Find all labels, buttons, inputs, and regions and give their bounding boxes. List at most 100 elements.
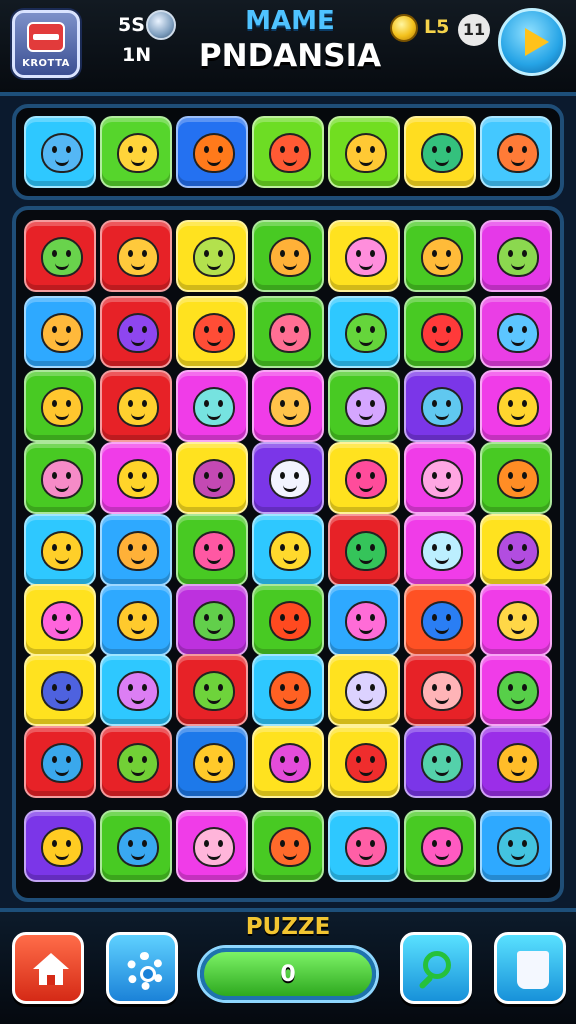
board-tile[interactable] bbox=[328, 810, 400, 882]
preview-tile[interactable] bbox=[404, 116, 476, 188]
board-tile[interactable] bbox=[252, 442, 324, 514]
board-tile[interactable] bbox=[328, 370, 400, 442]
home-button[interactable] bbox=[12, 932, 84, 1004]
board-tile[interactable] bbox=[100, 584, 172, 656]
board-tile[interactable] bbox=[404, 584, 476, 656]
board-tile[interactable] bbox=[480, 220, 552, 292]
pause-button[interactable]: 11 bbox=[458, 14, 490, 46]
board-tile[interactable] bbox=[252, 584, 324, 656]
puzzle-label: PUZZE bbox=[245, 914, 331, 940]
board-tile[interactable] bbox=[252, 810, 324, 882]
board-tile[interactable] bbox=[100, 810, 172, 882]
monster-icon bbox=[269, 671, 311, 711]
board-tile[interactable] bbox=[480, 442, 552, 514]
board-tile[interactable] bbox=[176, 220, 248, 292]
board-tile[interactable] bbox=[404, 514, 476, 586]
board-tile[interactable] bbox=[100, 514, 172, 586]
board-tile[interactable] bbox=[252, 514, 324, 586]
monster-icon bbox=[497, 827, 539, 867]
board-tile[interactable] bbox=[176, 296, 248, 368]
preview-tile[interactable] bbox=[328, 116, 400, 188]
board-tile[interactable] bbox=[252, 370, 324, 442]
board-tile[interactable] bbox=[176, 584, 248, 656]
board-tile[interactable] bbox=[404, 370, 476, 442]
board-tile[interactable] bbox=[100, 220, 172, 292]
board-tile[interactable] bbox=[24, 514, 96, 586]
avatar-face-icon bbox=[27, 22, 65, 52]
board-tile[interactable] bbox=[176, 654, 248, 726]
settings-button[interactable] bbox=[106, 932, 178, 1004]
board-tile[interactable] bbox=[328, 220, 400, 292]
preview-tile[interactable] bbox=[480, 116, 552, 188]
board-tile[interactable] bbox=[176, 442, 248, 514]
board-tile[interactable] bbox=[100, 654, 172, 726]
profile-avatar[interactable]: KROTTA bbox=[12, 10, 80, 78]
board-tile[interactable] bbox=[480, 726, 552, 798]
board-tile[interactable] bbox=[480, 370, 552, 442]
board-tile[interactable] bbox=[328, 726, 400, 798]
board-tile[interactable] bbox=[24, 810, 96, 882]
board-tile[interactable] bbox=[480, 810, 552, 882]
board-tile[interactable] bbox=[100, 296, 172, 368]
board-tile[interactable] bbox=[328, 296, 400, 368]
board-tile[interactable] bbox=[100, 442, 172, 514]
board-tile[interactable] bbox=[24, 220, 96, 292]
board-tile[interactable] bbox=[404, 810, 476, 882]
board-tile[interactable] bbox=[100, 370, 172, 442]
monster-icon bbox=[269, 601, 311, 641]
board-tile[interactable] bbox=[24, 442, 96, 514]
board-tile[interactable] bbox=[480, 296, 552, 368]
board-tile[interactable] bbox=[24, 370, 96, 442]
coin-count: L5 bbox=[424, 16, 450, 38]
board-tile[interactable] bbox=[328, 584, 400, 656]
monster-icon bbox=[497, 313, 539, 353]
board-tile[interactable] bbox=[404, 726, 476, 798]
board-tile[interactable] bbox=[252, 726, 324, 798]
preview-tile[interactable] bbox=[176, 116, 248, 188]
monster-icon bbox=[41, 601, 83, 641]
monster-icon bbox=[193, 237, 235, 277]
board-tile[interactable] bbox=[480, 654, 552, 726]
monster-icon bbox=[421, 459, 463, 499]
monster-icon bbox=[117, 313, 159, 353]
board-tile[interactable] bbox=[480, 514, 552, 586]
preview-tile[interactable] bbox=[24, 116, 96, 188]
board-tile[interactable] bbox=[176, 370, 248, 442]
board-tile[interactable] bbox=[252, 220, 324, 292]
preview-tile[interactable] bbox=[252, 116, 324, 188]
preview-tile[interactable] bbox=[100, 116, 172, 188]
play-button[interactable] bbox=[498, 8, 566, 76]
monster-icon bbox=[497, 531, 539, 571]
progress-bar[interactable]: 0 bbox=[200, 948, 376, 1000]
monster-icon bbox=[421, 133, 463, 173]
board-tile[interactable] bbox=[176, 810, 248, 882]
progress-value: 0 bbox=[280, 962, 296, 987]
monster-icon bbox=[193, 313, 235, 353]
board-tile[interactable] bbox=[252, 654, 324, 726]
board-tile[interactable] bbox=[24, 726, 96, 798]
trash-button[interactable] bbox=[494, 932, 566, 1004]
board-tile[interactable] bbox=[328, 654, 400, 726]
board-tile[interactable] bbox=[100, 726, 172, 798]
monster-icon bbox=[193, 133, 235, 173]
board-tile[interactable] bbox=[328, 442, 400, 514]
monster-icon bbox=[193, 387, 235, 427]
board-tile[interactable] bbox=[404, 654, 476, 726]
board-tile[interactable] bbox=[404, 220, 476, 292]
board-tile[interactable] bbox=[176, 514, 248, 586]
board-tile[interactable] bbox=[328, 514, 400, 586]
monster-icon bbox=[41, 827, 83, 867]
board-tile[interactable] bbox=[24, 654, 96, 726]
board-tile[interactable] bbox=[24, 296, 96, 368]
board-tile[interactable] bbox=[176, 726, 248, 798]
monster-icon bbox=[117, 601, 159, 641]
board-tile[interactable] bbox=[404, 442, 476, 514]
board-tile[interactable] bbox=[24, 584, 96, 656]
board-tile[interactable] bbox=[404, 296, 476, 368]
stat-bottom-value: 1N bbox=[122, 44, 152, 66]
board-tile[interactable] bbox=[252, 296, 324, 368]
search-button[interactable] bbox=[400, 932, 472, 1004]
monster-icon bbox=[269, 531, 311, 571]
monster-icon bbox=[117, 743, 159, 783]
board-tile[interactable] bbox=[480, 584, 552, 656]
